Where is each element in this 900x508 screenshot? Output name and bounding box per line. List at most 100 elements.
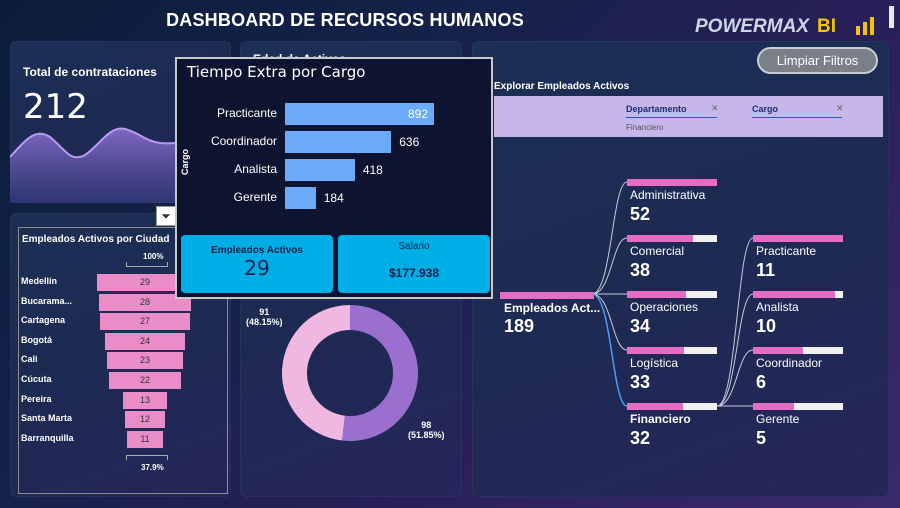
decomp-dept-value: 32	[630, 428, 651, 448]
funnel-bar[interactable]: 24	[105, 332, 185, 350]
donut-chart[interactable]	[280, 303, 420, 443]
donut-label-a: 91 (48.15%)	[246, 307, 283, 327]
popup-card-empleados-label: Empleados Activos	[211, 245, 303, 256]
decomp-role-value: 5	[756, 428, 767, 448]
brand-name: POWERMAX	[695, 16, 809, 37]
funnel-city-label: Bogotá	[21, 334, 52, 345]
decomp-role-bar[interactable]	[753, 347, 843, 354]
donut-label-b: 98 (51.85%)	[408, 420, 445, 440]
tiempo-extra-bar-value: 184	[323, 191, 344, 205]
decomp-root-value: 189	[504, 316, 535, 336]
tiempo-extra-bar-chart: Practicante 892 Coordinador 636 Analista 418 G…	[177, 103, 495, 215]
tiempo-extra-bar[interactable]	[285, 131, 392, 153]
funnel-bar[interactable]: 22	[108, 372, 182, 389]
funnel-bottom-pct: 37.9%	[141, 463, 164, 472]
decomp-dept-bar[interactable]	[627, 347, 717, 354]
funnel-bar[interactable]: 13	[123, 391, 167, 409]
funnel-row[interactable]: Cartagena 27	[18, 313, 233, 331]
tiempo-extra-bar-value: 636	[399, 135, 420, 149]
decomp-role-label[interactable]: Coordinador	[756, 356, 822, 370]
tiempo-extra-bar[interactable]	[285, 159, 355, 181]
popup-card-salario-value: $177.938	[388, 266, 440, 280]
tiempo-extra-bar-label: Gerente	[233, 190, 277, 204]
slicer-dept-clear-icon[interactable]: ✕	[711, 103, 719, 114]
funnel-city-label: Cartagena	[21, 315, 66, 326]
decomp-role-bar[interactable]	[753, 403, 843, 410]
tiempo-extra-bar-row[interactable]: Coordinador 636	[177, 131, 495, 153]
funnel-city-label: Bucarama...	[21, 295, 73, 306]
slicer-dept-value: Financiero	[626, 123, 664, 132]
donut-segment-91[interactable]	[282, 305, 350, 441]
funnel-row[interactable]: Bogotá 24	[18, 332, 233, 351]
funnel-top-pct: 100%	[143, 252, 164, 261]
funnel-row[interactable]: Pereira 13	[18, 391, 233, 410]
funnel-bar[interactable]: 11	[126, 430, 164, 448]
popup-card-salario-label: Salario	[398, 241, 430, 252]
tiempo-extra-bar-label: Practicante	[216, 106, 277, 120]
decomp-root-label[interactable]: Empleados Act...	[504, 301, 600, 315]
decomp-dept-bar[interactable]	[627, 179, 717, 186]
donut-label-b-value: 98	[421, 420, 432, 430]
brand-logo: POWERMAX BI	[695, 16, 836, 38]
decomp-role-bar[interactable]	[753, 235, 843, 242]
bar-chart-logo-icon	[856, 17, 876, 35]
funnel-bar[interactable]: 27	[100, 313, 190, 331]
decomp-dept-label[interactable]: Operaciones	[630, 300, 698, 314]
tiempo-extra-bar-value: 892	[408, 107, 429, 121]
decomp-role-value: 11	[756, 260, 776, 280]
tiempo-extra-bar-row[interactable]: Gerente 184	[177, 187, 495, 209]
funnel-city-label: Pereira	[21, 393, 52, 404]
funnel-top-bracket	[126, 262, 168, 267]
decomp-dept-label[interactable]: Administrativa	[630, 188, 705, 202]
decomp-dept-bar[interactable]	[627, 235, 717, 242]
decomp-role-label[interactable]: Gerente	[756, 412, 799, 426]
funnel-bottom-bracket	[126, 455, 168, 460]
funnel-row[interactable]: Barranquilla 11	[18, 430, 233, 449]
decomp-dept-bar[interactable]	[627, 291, 717, 298]
scroll-indicator	[889, 6, 894, 28]
slicer-cargo-clear-icon[interactable]: ✕	[836, 103, 844, 114]
funnel-city-label: Barranquilla	[21, 432, 74, 443]
decomp-dept-value: 34	[630, 316, 651, 336]
donut-segment-98[interactable]	[342, 305, 419, 441]
popup-card-empleados: Empleados Activos 29	[181, 235, 333, 293]
donut-label-b-pct: (51.85%)	[408, 430, 445, 440]
funnel-chart: Medellín 29 Bucarama... 28 Cartagena 27 Bogotá…	[18, 274, 233, 459]
decomp-dept-value: 38	[630, 260, 651, 280]
tiempo-extra-bar-label: Analista	[234, 162, 277, 176]
clear-filters-button[interactable]: Limpiar Filtros	[757, 47, 878, 74]
decomp-dept-value: 52	[630, 204, 651, 224]
filter-icon[interactable]: ⏷	[156, 206, 176, 226]
explore-title: Explorar Empleados Activos	[494, 81, 630, 92]
decomp-dept-label[interactable]: Financiero	[630, 412, 691, 426]
tiempo-extra-bar-value: 418	[362, 163, 383, 177]
popup-title: Tiempo Extra por Cargo	[187, 63, 366, 81]
slicer-cargo-underline	[752, 117, 842, 118]
decomp-dept-label[interactable]: Logística	[630, 356, 678, 370]
tiempo-extra-popup: Tiempo Extra por Cargo Cargo Practicante…	[175, 57, 493, 299]
funnel-city-label: Medellín	[21, 276, 58, 286]
tiempo-extra-bar[interactable]	[285, 187, 316, 209]
decomp-dept-bar[interactable]	[627, 403, 717, 410]
decomp-dept-label[interactable]: Comercial	[630, 244, 684, 258]
tiempo-extra-bar-row[interactable]: Practicante 892	[177, 103, 495, 125]
funnel-bar[interactable]: 23	[106, 352, 184, 370]
funnel-bar[interactable]: 12	[125, 411, 165, 429]
tiempo-extra-bar-label: Coordinador	[210, 134, 277, 148]
funnel-row[interactable]: Cali 23	[18, 352, 233, 370]
decomp-root-bar[interactable]	[500, 292, 594, 299]
funnel-row[interactable]: Santa Marta 12	[18, 411, 233, 429]
decomp-role-label[interactable]: Analista	[756, 300, 799, 314]
slicer-dept-title[interactable]: Departamento	[626, 104, 687, 114]
decomp-role-label[interactable]: Practicante	[756, 244, 816, 258]
tiempo-extra-bar-row[interactable]: Analista 418	[177, 159, 495, 181]
kpi-contrataciones-label: Total de contrataciones	[23, 65, 157, 79]
donut-label-a-value: 91	[259, 307, 270, 317]
popup-card-salario: Salario $177.938	[338, 235, 490, 293]
decomp-role-value: 6	[756, 372, 767, 392]
funnel-title: Empleados Activos por Ciudad	[22, 234, 170, 245]
funnel-row[interactable]: Cúcuta 22	[18, 372, 233, 390]
decomp-role-bar[interactable]	[753, 291, 843, 298]
decomp-dept-value: 33	[630, 372, 651, 392]
slicer-cargo-title[interactable]: Cargo	[752, 104, 778, 114]
